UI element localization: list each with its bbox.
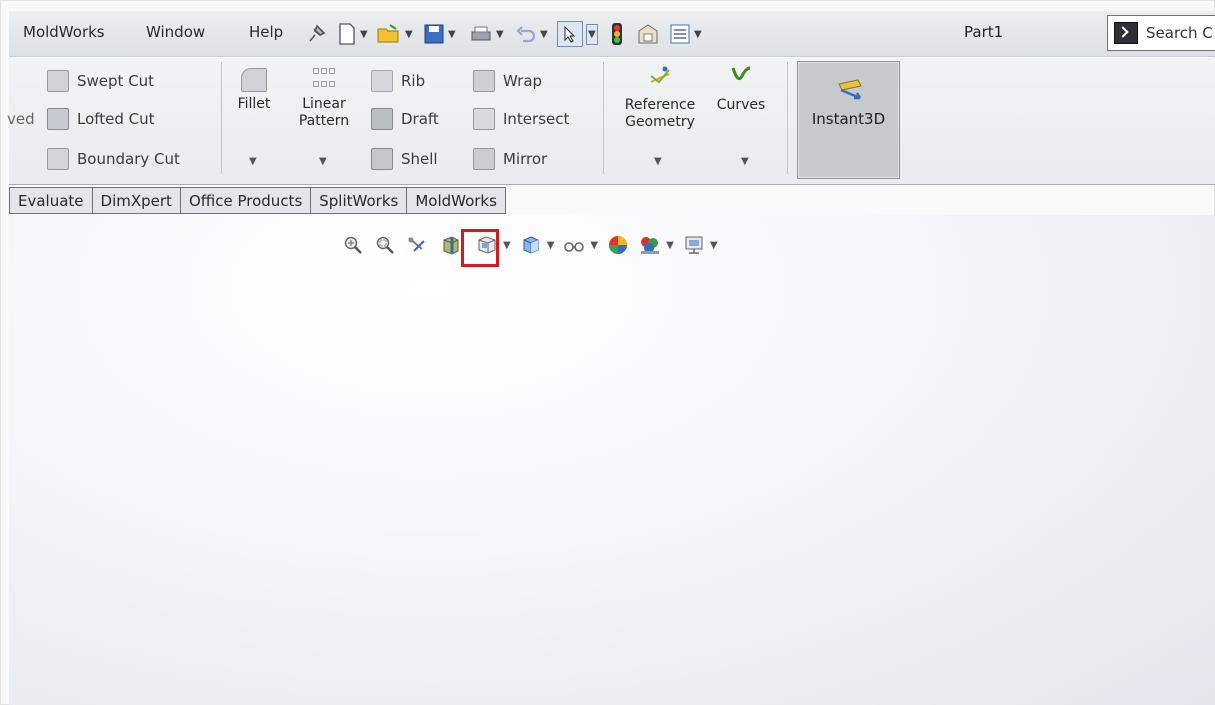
- undo-icon: [516, 26, 536, 43]
- zoom-to-area-icon[interactable]: [373, 233, 397, 257]
- shell-icon: [371, 148, 393, 170]
- instant3d-toggle-button[interactable]: Instant3D: [797, 61, 900, 179]
- chevron-down-icon[interactable]: ▼: [496, 29, 504, 40]
- mirror-button[interactable]: Mirror: [473, 148, 547, 170]
- command-prompt-icon: [1114, 22, 1138, 44]
- command-manager-ribbon: ved Swept Cut Lofted Cut Boundary Cut Fi…: [7, 58, 1215, 185]
- save-button[interactable]: ▼: [423, 20, 456, 48]
- printer-icon: [471, 26, 491, 41]
- instant3d-label: Instant3D: [811, 110, 886, 128]
- chevron-down-icon[interactable]: ▼: [586, 23, 598, 45]
- intersect-icon: [473, 108, 495, 130]
- ribbon-separator: [603, 62, 604, 174]
- reference-geometry-dropdown-chevron-icon[interactable]: ▼: [654, 156, 662, 167]
- lofted-cut-button[interactable]: Lofted Cut: [47, 108, 155, 130]
- rib-button[interactable]: Rib: [371, 70, 425, 92]
- new-document-button[interactable]: ▼: [337, 20, 368, 48]
- clipped-command-label[interactable]: ved: [7, 110, 35, 128]
- wrap-button[interactable]: Wrap: [473, 70, 542, 92]
- document-title: Part1: [964, 23, 1004, 41]
- file-properties-icon: [638, 24, 658, 44]
- view-settings-icon[interactable]: [682, 233, 706, 257]
- apply-scene-icon[interactable]: [638, 233, 662, 257]
- save-disk-icon: [424, 24, 444, 44]
- fillet-dropdown-chevron-icon[interactable]: ▼: [249, 156, 257, 167]
- chevron-down-icon[interactable]: ▼: [448, 29, 456, 40]
- new-document-icon: [339, 23, 355, 45]
- traffic-light-icon: [612, 23, 622, 45]
- open-folder-icon: [377, 24, 399, 43]
- hide-show-chevron-down-icon[interactable]: ▼: [590, 240, 598, 251]
- menu-window[interactable]: Window: [146, 23, 205, 41]
- undo-button[interactable]: ▼: [515, 20, 548, 48]
- edit-appearance-icon[interactable]: [606, 233, 630, 257]
- rib-icon: [371, 70, 393, 92]
- apply-scene-chevron-down-icon[interactable]: ▼: [666, 240, 674, 251]
- previous-view-icon[interactable]: [405, 233, 429, 257]
- intersect-button[interactable]: Intersect: [473, 108, 569, 130]
- instant3d-ruler-icon: [838, 79, 862, 100]
- tab-moldworks[interactable]: MoldWorks: [407, 187, 506, 214]
- curves-icon: [731, 66, 751, 81]
- mirror-icon: [473, 148, 495, 170]
- swept-cut-icon: [47, 70, 69, 92]
- tab-dimxpert[interactable]: DimXpert: [92, 187, 181, 214]
- fillet-icon: [241, 68, 267, 92]
- file-properties-button[interactable]: [636, 20, 660, 48]
- chevron-down-icon[interactable]: ▼: [360, 29, 368, 40]
- select-button[interactable]: ▼: [557, 20, 598, 48]
- command-manager-tabs: Evaluate DimXpert Office Products SplitW…: [9, 187, 506, 214]
- shell-button[interactable]: Shell: [371, 148, 438, 170]
- linear-pattern-button[interactable]: Linear Pattern: [293, 68, 355, 130]
- draft-icon: [371, 108, 393, 130]
- graphics-area[interactable]: [9, 215, 1215, 705]
- menu-help[interactable]: Help: [249, 23, 283, 41]
- pushpin-icon: [309, 24, 326, 42]
- swept-cut-button[interactable]: Swept Cut: [47, 70, 154, 92]
- options-button[interactable]: ▼: [669, 20, 702, 48]
- chevron-down-icon[interactable]: ▼: [540, 29, 548, 40]
- boundary-cut-button[interactable]: Boundary Cut: [47, 148, 180, 170]
- display-style-chevron-down-icon[interactable]: ▼: [547, 240, 555, 251]
- reference-geometry-button[interactable]: Reference Geometry: [613, 64, 707, 131]
- section-view-highlight-box: [461, 229, 499, 267]
- options-list-icon: [670, 24, 690, 44]
- curves-dropdown-chevron-icon[interactable]: ▼: [741, 156, 749, 167]
- display-style-icon[interactable]: [519, 233, 543, 257]
- reference-geometry-icon: [650, 66, 670, 84]
- zoom-to-fit-icon[interactable]: [341, 233, 365, 257]
- pin-menu-button[interactable]: [305, 20, 327, 48]
- search-commands-input[interactable]: Search C: [1107, 15, 1215, 51]
- rebuild-button[interactable]: [611, 20, 623, 48]
- search-placeholder: Search C: [1146, 24, 1213, 42]
- chevron-down-icon[interactable]: ▼: [694, 29, 702, 40]
- tab-splitworks[interactable]: SplitWorks: [311, 187, 408, 214]
- tab-evaluate[interactable]: Evaluate: [9, 187, 93, 214]
- app-window: MoldWorks Window Help ▼ ▼ ▼ ▼ ▼ ▼ ▼ Part…: [0, 0, 1215, 705]
- hide-show-items-icon[interactable]: [562, 233, 586, 257]
- tab-office-products[interactable]: Office Products: [180, 187, 312, 214]
- linear-pattern-icon: [311, 68, 337, 92]
- print-button[interactable]: ▼: [469, 20, 504, 48]
- view-orientation-chevron-down-icon[interactable]: ▼: [503, 240, 511, 251]
- draft-button[interactable]: Draft: [371, 108, 439, 130]
- linear-pattern-dropdown-chevron-icon[interactable]: ▼: [319, 156, 327, 167]
- fillet-button[interactable]: Fillet: [231, 68, 277, 113]
- ribbon-separator: [787, 62, 788, 174]
- select-pointer-icon: [557, 21, 583, 47]
- section-view-icon[interactable]: [439, 233, 463, 257]
- open-button[interactable]: ▼: [376, 20, 413, 48]
- chevron-down-icon[interactable]: ▼: [405, 29, 413, 40]
- view-settings-chevron-down-icon[interactable]: ▼: [710, 240, 718, 251]
- boundary-cut-icon: [47, 148, 69, 170]
- menu-moldworks[interactable]: MoldWorks: [23, 23, 105, 41]
- menu-bar: MoldWorks Window Help ▼ ▼ ▼ ▼ ▼ ▼ ▼ Part…: [9, 11, 1215, 57]
- ribbon-separator: [221, 62, 222, 174]
- lofted-cut-icon: [47, 108, 69, 130]
- curves-button[interactable]: Curves: [715, 64, 767, 114]
- wrap-icon: [473, 70, 495, 92]
- heads-up-view-toolbar: ▼ ▼ ▼ ▼ ▼: [337, 229, 722, 261]
